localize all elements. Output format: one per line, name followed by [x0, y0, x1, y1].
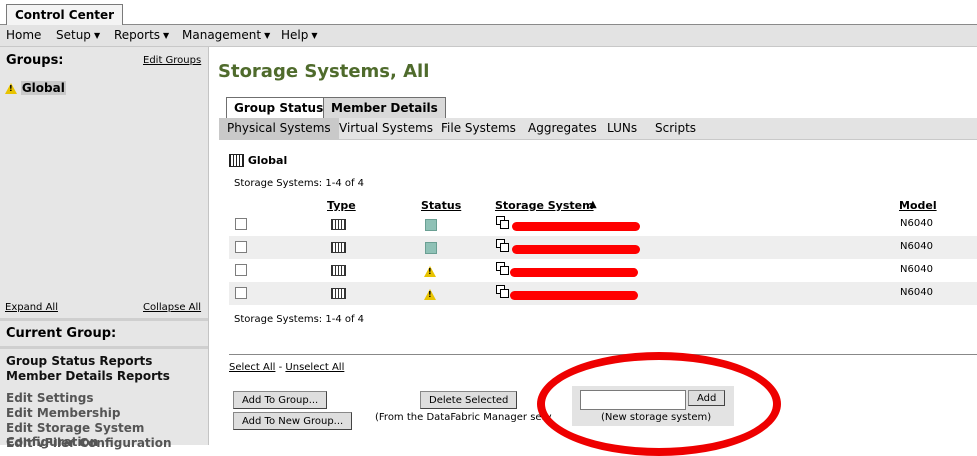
menu-management[interactable]: Management ▼ — [182, 25, 270, 47]
model-cell: N6040 — [900, 241, 933, 252]
model-cell: N6040 — [900, 218, 933, 229]
current-group-heading: Current Group: — [6, 326, 117, 341]
delete-selected-button[interactable]: Delete Selected — [420, 391, 518, 409]
status-warning-icon — [424, 264, 436, 278]
menu-help[interactable]: Help ▼ — [281, 25, 318, 47]
chevron-down-icon: ▼ — [264, 31, 271, 40]
storage-group-icon — [229, 154, 244, 167]
status-normal-icon — [425, 219, 437, 231]
subtab-file-systems[interactable]: File Systems — [441, 118, 516, 139]
menu-reports[interactable]: Reports ▼ — [114, 25, 169, 47]
group-tree-global[interactable]: Global — [5, 81, 66, 95]
menu-bar: Home Setup ▼ Reports ▼ Management ▼ Help ▼ — [0, 25, 977, 47]
page-title: Storage Systems, All — [218, 61, 430, 82]
storage-system-icon — [331, 242, 346, 253]
tab-member-details[interactable]: Member Details — [323, 97, 446, 118]
sidebar: Groups: Edit Groups Global Expand All Co… — [0, 47, 209, 450]
column-header-status[interactable]: Status — [421, 199, 461, 212]
divider — [229, 354, 977, 355]
row-checkbox[interactable] — [235, 264, 247, 276]
column-header-type[interactable]: Type — [327, 199, 356, 212]
delete-note: (From the DataFabric Manager serv — [375, 412, 552, 423]
storage-system-window-icon[interactable] — [496, 216, 509, 229]
count-text-bottom: Storage Systems: 1-4 of 4 — [234, 314, 365, 325]
model-cell: N6040 — [900, 287, 933, 298]
add-storage-system-panel: Add (New storage system) — [572, 386, 734, 426]
redacted-system-name — [510, 291, 638, 300]
top-bar: Control Center — [0, 0, 977, 25]
redacted-system-name — [512, 222, 640, 231]
tab-group-status[interactable]: Group Status — [226, 97, 332, 118]
sidebar-divider — [0, 318, 208, 321]
redacted-system-name — [510, 268, 638, 277]
chevron-down-icon: ▼ — [163, 31, 170, 40]
unselect-all-link[interactable]: Unselect All — [285, 362, 344, 373]
new-storage-system-input[interactable] — [580, 390, 686, 410]
column-header-storage-system[interactable]: Storage System — [495, 199, 594, 212]
row-checkbox[interactable] — [235, 287, 247, 299]
new-storage-system-hint: (New storage system) — [601, 412, 712, 423]
add-button[interactable]: Add — [688, 390, 726, 406]
edit-membership-link[interactable]: Edit Membership — [6, 406, 120, 420]
column-header-model[interactable]: Model — [899, 199, 937, 212]
row-checkbox[interactable] — [235, 241, 247, 253]
sidebar-divider — [0, 346, 208, 349]
edit-settings-link[interactable]: Edit Settings — [6, 391, 93, 405]
global-group-label: Global — [20, 81, 66, 95]
model-cell: N6040 — [900, 264, 933, 275]
subtab-scripts[interactable]: Scripts — [655, 118, 696, 139]
count-text-top: Storage Systems: 1-4 of 4 — [234, 178, 365, 189]
subtab-aggregates[interactable]: Aggregates — [528, 118, 597, 139]
group-title: Global — [229, 153, 287, 167]
row-checkbox[interactable] — [235, 218, 247, 230]
chevron-down-icon: ▼ — [93, 31, 101, 40]
menu-home[interactable]: Home — [6, 25, 41, 46]
control-center-tab[interactable]: Control Center — [6, 4, 124, 25]
storage-system-icon — [331, 265, 346, 276]
edit-groups-link[interactable]: Edit Groups — [143, 55, 201, 66]
table-row: N6040 — [229, 236, 977, 259]
chevron-down-icon: ▼ — [311, 31, 318, 40]
storage-system-icon — [331, 219, 346, 230]
collapse-all-link[interactable]: Collapse All — [143, 302, 201, 313]
status-warning-icon — [424, 287, 436, 301]
storage-system-window-icon[interactable] — [496, 262, 509, 275]
warning-icon — [5, 83, 17, 94]
sort-ascending-icon: ▲ — [589, 199, 597, 210]
member-details-reports-link[interactable]: Member Details Reports — [6, 369, 170, 383]
subtab-virtual-systems[interactable]: Virtual Systems — [339, 118, 433, 139]
group-status-reports-link[interactable]: Group Status Reports — [6, 354, 152, 368]
sub-tab-bar: Physical Systems Virtual Systems File Sy… — [219, 118, 977, 140]
add-to-group-button[interactable]: Add To Group... — [233, 391, 328, 409]
storage-system-window-icon[interactable] — [496, 239, 509, 252]
edit-vfiler-configuration-link[interactable]: Edit vFiler Configuration — [6, 436, 172, 450]
status-normal-icon — [425, 242, 437, 254]
add-to-new-group-button[interactable]: Add To New Group... — [233, 412, 353, 430]
subtab-luns[interactable]: LUNs — [607, 118, 637, 139]
redacted-system-name — [512, 245, 640, 254]
table-row: N6040 — [229, 259, 977, 282]
groups-heading: Groups: — [6, 53, 64, 68]
table-row: N6040 — [229, 282, 977, 305]
storage-system-window-icon[interactable] — [496, 285, 509, 298]
table-row: N6040 — [229, 213, 977, 236]
expand-all-link[interactable]: Expand All — [5, 302, 58, 313]
storage-system-icon — [331, 288, 346, 299]
menu-setup[interactable]: Setup ▼ — [56, 25, 100, 47]
subtab-physical-systems[interactable]: Physical Systems — [219, 118, 339, 139]
select-all-link[interactable]: Select All — [229, 362, 275, 373]
selection-links: Select All - Unselect All — [229, 362, 345, 373]
